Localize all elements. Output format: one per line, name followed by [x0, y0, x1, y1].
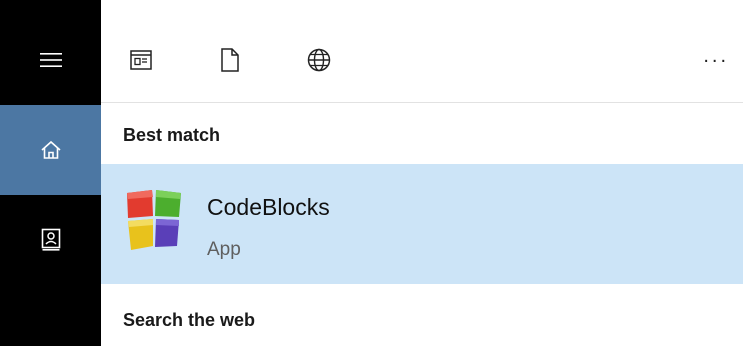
more-options-button[interactable]: ... [703, 46, 729, 66]
notebook-icon [41, 228, 60, 251]
result-type: App [207, 239, 241, 260]
apps-icon [130, 50, 152, 70]
documents-icon [221, 48, 239, 72]
search-result-codeblocks[interactable]: CodeBlocks App [101, 164, 743, 284]
web-filter-button[interactable] [301, 42, 337, 78]
sidebar [0, 0, 101, 346]
result-title: CodeBlocks [207, 194, 330, 220]
documents-filter-button[interactable] [212, 42, 248, 78]
search-panel: ... Best match CodeBlocks App Search the… [101, 0, 743, 346]
sidebar-item-notebook[interactable] [0, 195, 101, 285]
web-icon [307, 48, 331, 72]
apps-filter-button[interactable] [123, 42, 159, 78]
search-the-web-heading: Search the web [123, 310, 256, 330]
hamburger-icon [39, 53, 62, 67]
best-match-heading: Best match [123, 125, 221, 145]
sidebar-item-menu[interactable] [0, 15, 101, 105]
sidebar-item-home[interactable] [0, 105, 101, 195]
filter-toolbar: ... [101, 0, 743, 103]
codeblocks-app-icon [127, 190, 181, 250]
home-icon [40, 140, 61, 159]
